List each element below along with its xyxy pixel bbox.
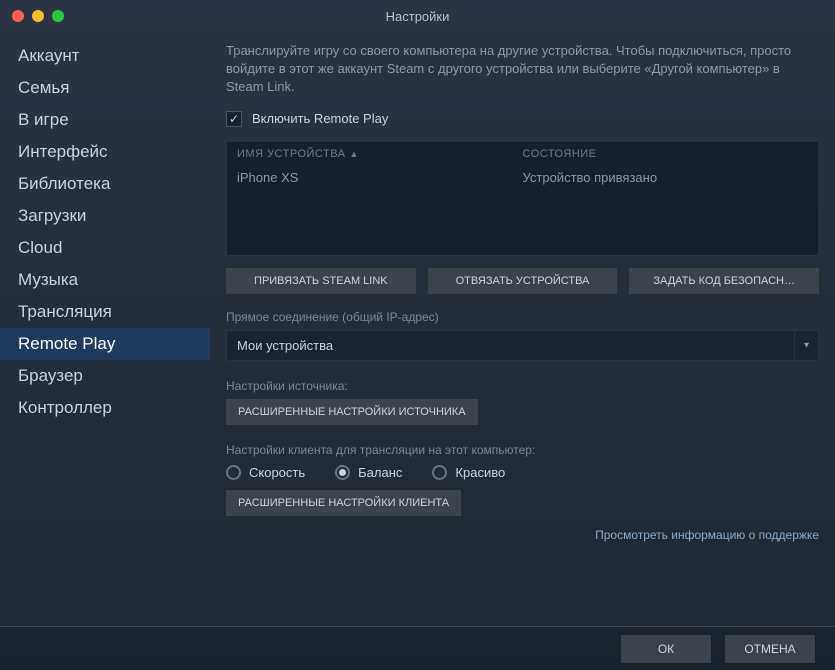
advanced-client-settings-button[interactable]: РАСШИРЕННЫЕ НАСТРОЙКИ КЛИЕНТА (226, 490, 461, 516)
devices-list: ИМЯ УСТРОЙСТВА ▲ СОСТОЯНИЕ iPhone XSУстр… (226, 141, 819, 256)
support-info-link[interactable]: Просмотреть информацию о поддержке (226, 528, 819, 542)
settings-window: Настройки АккаунтСемьяВ игреИнтерфейсБиб… (0, 0, 835, 670)
sort-ascending-icon: ▲ (350, 149, 359, 159)
titlebar: Настройки (0, 0, 835, 32)
devices-header: ИМЯ УСТРОЙСТВА ▲ СОСТОЯНИЕ (227, 142, 818, 166)
devices-col-name[interactable]: ИМЯ УСТРОЙСТВА ▲ (237, 148, 523, 160)
advanced-source-settings-button[interactable]: РАСШИРЕННЫЕ НАСТРОЙКИ ИСТОЧНИКА (226, 399, 478, 425)
body: АккаунтСемьяВ игреИнтерфейсБиблиотекаЗаг… (0, 32, 835, 626)
radio-label: Скорость (249, 465, 305, 480)
client-settings-label: Настройки клиента для трансляции на этот… (226, 443, 819, 457)
radio-icon (226, 465, 241, 480)
minimize-icon[interactable] (32, 10, 44, 22)
sidebar-item-семья[interactable]: Семья (0, 72, 210, 104)
quality-radio-group: Скорость Баланс Красиво (226, 465, 819, 480)
traffic-lights (12, 10, 64, 22)
sidebar-item-cloud[interactable]: Cloud (0, 232, 210, 264)
sidebar-item-музыка[interactable]: Музыка (0, 264, 210, 296)
chevron-down-icon[interactable]: ▾ (794, 331, 818, 360)
intro-text: Транслируйте игру со своего компьютера н… (226, 42, 819, 97)
device-buttons-row: ПРИВЯЗАТЬ STEAM LINK ОТВЯЗАТЬ УСТРОЙСТВА… (226, 268, 819, 294)
device-status: Устройство привязано (523, 170, 809, 185)
radio-icon (335, 465, 350, 480)
direct-connection-label: Прямое соединение (общий IP-адрес) (226, 310, 819, 324)
quality-option-баланс[interactable]: Баланс (335, 465, 402, 480)
sidebar-item-библиотека[interactable]: Библиотека (0, 168, 210, 200)
main-panel: Транслируйте игру со своего компьютера н… (210, 32, 835, 626)
set-security-code-button[interactable]: ЗАДАТЬ КОД БЕЗОПАСН… (629, 268, 819, 294)
quality-option-красиво[interactable]: Красиво (432, 465, 505, 480)
zoom-icon[interactable] (52, 10, 64, 22)
close-icon[interactable] (12, 10, 24, 22)
footer: ОК ОТМЕНА (0, 626, 835, 670)
radio-label: Красиво (455, 465, 505, 480)
devices-col-name-label: ИМЯ УСТРОЙСТВА (237, 148, 346, 160)
client-settings-section: Настройки клиента для трансляции на этот… (226, 443, 819, 516)
radio-label: Баланс (358, 465, 402, 480)
cancel-button[interactable]: ОТМЕНА (725, 635, 815, 663)
devices-col-status[interactable]: СОСТОЯНИЕ (523, 148, 809, 160)
sidebar-item-интерфейс[interactable]: Интерфейс (0, 136, 210, 168)
direct-connection-dropdown[interactable]: Мои устройства ▾ (226, 330, 819, 361)
enable-remote-play-row: ✓ Включить Remote Play (226, 111, 819, 127)
sidebar-item-в-игре[interactable]: В игре (0, 104, 210, 136)
window-title: Настройки (386, 9, 450, 24)
radio-icon (432, 465, 447, 480)
sidebar-item-трансляция[interactable]: Трансляция (0, 296, 210, 328)
sidebar-item-браузер[interactable]: Браузер (0, 360, 210, 392)
direct-connection-value: Мои устройства (227, 331, 794, 360)
sidebar: АккаунтСемьяВ игреИнтерфейсБиблиотекаЗаг… (0, 32, 210, 626)
sidebar-item-remote-play[interactable]: Remote Play (0, 328, 210, 360)
ok-button[interactable]: ОК (621, 635, 711, 663)
sidebar-item-аккаунт[interactable]: Аккаунт (0, 40, 210, 72)
device-name: iPhone XS (237, 170, 523, 185)
source-settings-section: Настройки источника: РАСШИРЕННЫЕ НАСТРОЙ… (226, 379, 819, 425)
enable-remote-play-checkbox[interactable]: ✓ (226, 111, 242, 127)
sidebar-item-контроллер[interactable]: Контроллер (0, 392, 210, 424)
quality-option-скорость[interactable]: Скорость (226, 465, 305, 480)
sidebar-item-загрузки[interactable]: Загрузки (0, 200, 210, 232)
pair-steam-link-button[interactable]: ПРИВЯЗАТЬ STEAM LINK (226, 268, 416, 294)
device-row[interactable]: iPhone XSУстройство привязано (227, 166, 818, 255)
source-settings-label: Настройки источника: (226, 379, 819, 393)
unpair-devices-button[interactable]: ОТВЯЗАТЬ УСТРОЙСТВА (428, 268, 618, 294)
enable-remote-play-label: Включить Remote Play (252, 111, 388, 126)
